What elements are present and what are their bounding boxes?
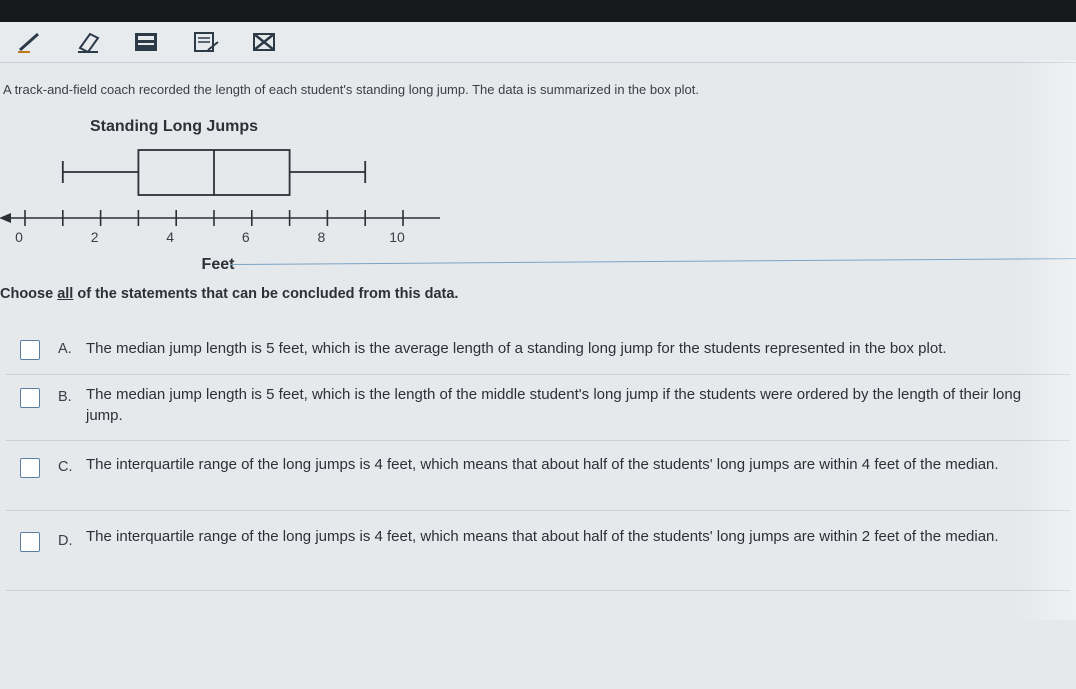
option-d[interactable]: D. The interquartile range of the long j…	[6, 518, 1070, 591]
checkbox-a[interactable]	[20, 340, 40, 360]
tick-label: 0	[15, 229, 23, 245]
tick-group: 0 2 4 6 8 10	[15, 210, 405, 245]
question-prefix: Choose	[0, 286, 58, 302]
chart-title: Standing Long Jumps	[90, 118, 258, 135]
option-c-text: The interquartile range of the long jump…	[86, 456, 999, 473]
option-a[interactable]: A. The median jump length is 5 feet, whi…	[6, 330, 1070, 375]
question-suffix: of the statements that can be concluded …	[73, 286, 459, 302]
tick-label: 10	[389, 229, 405, 245]
screen-bezel	[0, 0, 1076, 22]
tick-label: 8	[318, 229, 326, 245]
option-a-letter: A.	[58, 341, 72, 357]
question-emphasis: all	[57, 286, 74, 302]
option-b[interactable]: B. The median jump length is 5 feet, whi…	[6, 376, 1070, 441]
option-b-text: The median jump length is 5 feet, which …	[86, 386, 1022, 424]
box-plot: 0 2 4 6 8 10 Feet	[0, 149, 440, 273]
tick-label: 6	[242, 229, 250, 245]
checkbox-d[interactable]	[20, 532, 40, 552]
pencil-icon	[18, 32, 39, 53]
calculator-tool-button[interactable]	[130, 28, 162, 56]
question-text: Choose all of the statements that can be…	[0, 286, 458, 302]
checkbox-c[interactable]	[20, 458, 40, 478]
prompt-text: A track-and-field coach recorded the len…	[3, 82, 699, 97]
calculator-icon	[135, 33, 157, 51]
option-b-letter: B.	[58, 389, 72, 405]
option-d-letter: D.	[58, 533, 73, 549]
tick-label: 4	[166, 229, 174, 245]
toolbar	[0, 22, 1076, 63]
notepad-icon	[194, 32, 219, 52]
crossout-tool-button[interactable]	[248, 28, 280, 56]
notepad-tool-button[interactable]	[190, 28, 222, 56]
pencil-tool-button[interactable]	[14, 28, 46, 56]
checkbox-b[interactable]	[20, 388, 40, 408]
eraser-tool-button[interactable]	[72, 28, 104, 56]
tick-label: 2	[91, 229, 99, 245]
option-c[interactable]: C. The interquartile range of the long j…	[6, 446, 1070, 511]
number-line-arrow-left	[0, 213, 11, 223]
option-d-text: The interquartile range of the long jump…	[86, 528, 999, 545]
crossout-icon	[253, 33, 275, 51]
eraser-icon	[78, 32, 100, 54]
option-a-text: The median jump length is 5 feet, which …	[86, 340, 947, 357]
option-c-letter: C.	[58, 459, 73, 475]
